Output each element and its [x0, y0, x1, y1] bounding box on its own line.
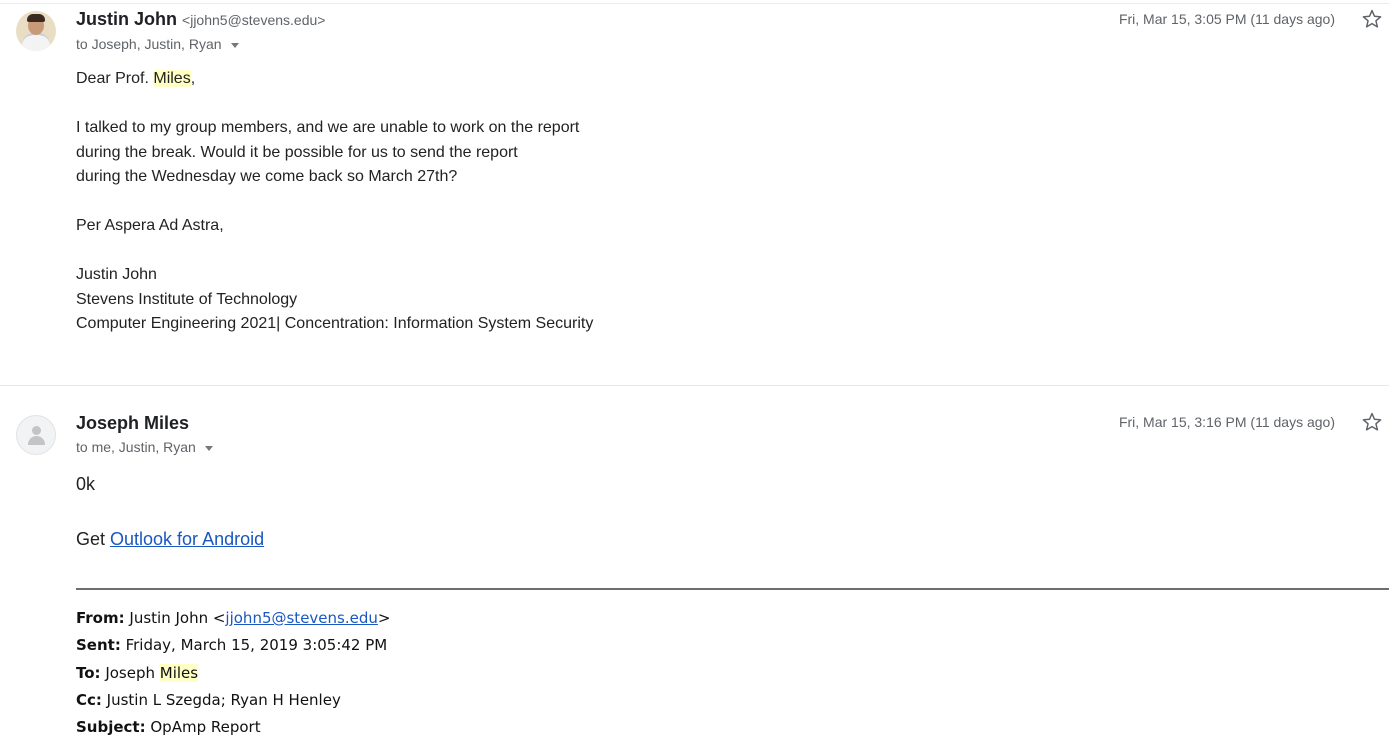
quoted-header: From: Justin John <jjohn5@stevens.edu> S…: [76, 605, 390, 741]
message-date: Fri, Mar 15, 3:16 PM (11 days ago): [1118, 414, 1335, 430]
signature-major: Computer Engineering 2021| Concentration…: [76, 315, 594, 332]
quoted-from: From: Justin John <jjohn5@stevens.edu>: [76, 609, 391, 627]
star-icon[interactable]: [1361, 8, 1383, 30]
star-icon[interactable]: [1361, 411, 1383, 433]
message-divider: [0, 385, 1389, 386]
body-line: during the break. Would it be possible f…: [76, 143, 518, 161]
caret-down-icon: [204, 445, 213, 451]
closing: Per Aspera Ad Astra,: [76, 217, 224, 234]
get-outlook-line: Get Outlook for Android: [76, 529, 265, 549]
signature-name: Justin John: [76, 266, 157, 283]
message-body: Dear Prof. Miles, I talked to my group m…: [76, 67, 593, 337]
reply-text: 0k: [76, 474, 96, 494]
sender-avatar[interactable]: [16, 11, 56, 51]
quote-separator: [76, 588, 1389, 590]
search-highlight: Miles: [153, 70, 191, 87]
quoted-cc: Cc: Justin L Szegda; Ryan H Henley: [76, 690, 341, 709]
search-highlight: Miles: [159, 663, 199, 682]
body-line: during the Wednesday we come back so Mar…: [76, 168, 458, 185]
sender-name[interactable]: Justin John <jjohn5@stevens.edu>: [76, 9, 325, 30]
recipients-label: to Joseph, Justin, Ryan: [76, 36, 222, 52]
sender-email: <jjohn5@stevens.edu>: [182, 12, 326, 28]
sender-name[interactable]: Joseph Miles: [76, 413, 189, 434]
recipients-dropdown[interactable]: to me, Justin, Ryan: [76, 439, 213, 455]
signature-school: Stevens Institute of Technology: [76, 290, 298, 308]
message-date: Fri, Mar 15, 3:05 PM (11 days ago): [1118, 11, 1335, 27]
top-divider: [0, 3, 1389, 4]
caret-down-icon: [230, 42, 239, 48]
recipients-dropdown[interactable]: to Joseph, Justin, Ryan: [76, 36, 239, 52]
quoted-sent: Sent: Friday, March 15, 2019 3:05:42 PM: [76, 636, 388, 655]
quoted-to: To: Joseph Miles: [76, 663, 199, 682]
greeting: Dear Prof. Miles,: [76, 70, 196, 87]
quoted-email-link[interactable]: jjohn5@stevens.edu: [225, 609, 377, 627]
body-line: I talked to my group members, and we are…: [76, 119, 580, 136]
recipients-label: to me, Justin, Ryan: [76, 439, 196, 455]
outlook-link[interactable]: Outlook for Android: [110, 529, 264, 549]
sender-avatar[interactable]: [16, 415, 56, 455]
